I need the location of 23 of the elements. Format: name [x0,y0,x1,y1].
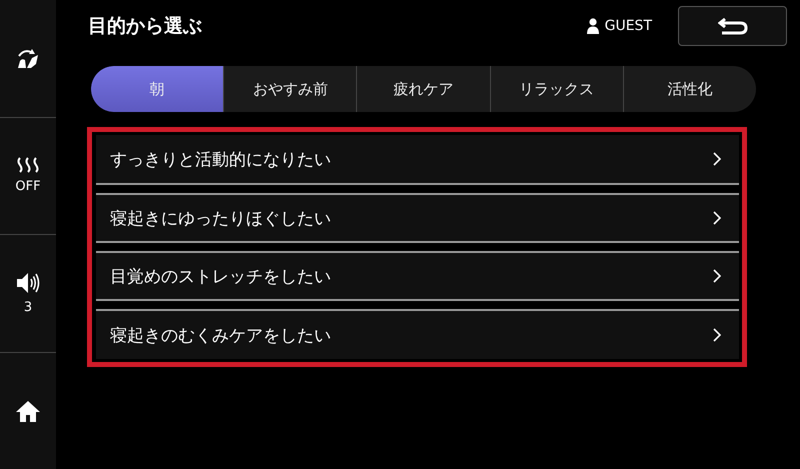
tab[interactable]: 疲れケア [356,66,490,112]
menu-item[interactable]: 寝起きのむくみケアをしたい [96,309,739,359]
tab[interactable]: 朝 [91,66,224,112]
menu-item[interactable]: すっきりと活動的になりたい [96,135,739,185]
tab[interactable]: 活性化 [622,66,756,112]
heater-button[interactable]: OFF [0,118,56,235]
chevron-icon [713,328,721,342]
chevron-icon [713,152,721,166]
user-name: GUEST [604,18,652,34]
heater-icon [16,157,40,174]
return-icon [718,17,748,35]
volume-button[interactable]: 3 [0,235,56,352]
menu-item[interactable]: 目覚めのストレッチをしたい [96,251,739,301]
person-icon [586,18,599,34]
chevron-icon [713,211,721,225]
speaker-icon [16,272,40,294]
chevron-icon [713,269,721,283]
back-button[interactable] [678,6,787,46]
home-icon [15,400,41,422]
tab[interactable]: リラックス [490,66,623,112]
tab[interactable]: おやすみ前 [223,66,356,112]
page-title: 目的から選ぶ [88,14,203,39]
menu-item[interactable]: 寝起きにゆったりほぐしたい [96,193,739,243]
